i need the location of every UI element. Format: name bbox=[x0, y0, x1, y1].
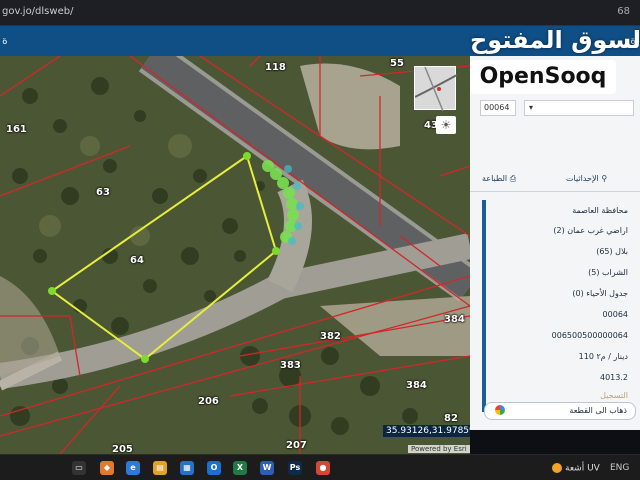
map-view[interactable]: 118 55 161 63 64 43 382 384 384 383 206 … bbox=[0, 56, 470, 454]
detail-directorate: اراضي غرب عمان (2) bbox=[553, 226, 628, 235]
coordinates-button[interactable]: الإحداثيات ⚲ bbox=[566, 174, 607, 183]
tray-label: ENG bbox=[610, 463, 630, 473]
excel-icon[interactable]: X bbox=[233, 461, 247, 475]
detail-parcel-number: 00064 bbox=[602, 310, 628, 319]
detail-area: 4013.2 bbox=[600, 373, 628, 382]
parcel-label: 384 bbox=[406, 380, 427, 391]
location-pin-icon: ⚲ bbox=[601, 174, 608, 183]
detail-neighborhood: جدول الأحياء (0) bbox=[572, 289, 628, 298]
detail-village: بلال (65) bbox=[596, 247, 628, 256]
parcel-label: 82 bbox=[444, 413, 458, 424]
map-imagery bbox=[0, 56, 470, 454]
weather-label: أشعة UV bbox=[565, 463, 600, 474]
parcel-label: 383 bbox=[280, 360, 301, 371]
chevron-down-icon: ▾ bbox=[529, 103, 534, 112]
detail-price: 110 دينار / م٢ bbox=[578, 352, 628, 361]
edge-icon[interactable]: e bbox=[126, 461, 140, 475]
sun-weather-icon bbox=[552, 463, 562, 473]
go-to-parcel-label: ذهاب الى القطعة bbox=[569, 406, 627, 415]
chrome-icon[interactable]: ● bbox=[316, 461, 330, 475]
browser-bar: gov.jo/dlsweb/ 68 bbox=[0, 0, 640, 26]
detail-basin: الشراب (5) bbox=[588, 268, 628, 277]
parcel-label: 118 bbox=[265, 62, 286, 73]
printer-icon: ⎙ bbox=[509, 174, 517, 183]
task-view-icon[interactable]: ▭ bbox=[72, 461, 86, 475]
watermark-arabic: السوق المفتوح bbox=[470, 26, 640, 54]
taskbar: ▭ ◆ e ▤ ▦ O X W Ps ● أشعة UV ENG bbox=[0, 454, 640, 480]
parcel-label: 206 bbox=[198, 396, 219, 407]
detail-parcel-id: 006500500000064 bbox=[551, 331, 628, 340]
parcel-label: 207 bbox=[286, 440, 307, 451]
url-text[interactable]: gov.jo/dlsweb/ bbox=[2, 6, 73, 17]
parcel-label: 64 bbox=[130, 255, 144, 266]
parcel-label: 161 bbox=[6, 124, 27, 135]
parcel-label: 384 bbox=[444, 314, 465, 325]
detail-governorate: محافظة العاصمة bbox=[572, 206, 628, 215]
google-icon bbox=[495, 405, 505, 415]
outlook-icon[interactable]: O bbox=[207, 461, 221, 475]
parcel-label: 63 bbox=[96, 187, 110, 198]
detail-registration: التسجيل bbox=[600, 391, 628, 400]
print-button[interactable]: الطباعة ⎙ bbox=[482, 174, 516, 184]
sun-icon[interactable]: ☀ bbox=[436, 116, 456, 134]
file-explorer-icon[interactable]: ▤ bbox=[153, 461, 167, 475]
widgets-icon[interactable]: ◆ bbox=[100, 461, 114, 475]
parcel-number-input[interactable]: 00064 bbox=[480, 100, 516, 116]
parcel-details: محافظة العاصمة اراضي غرب عمان (2) بلال (… bbox=[482, 200, 638, 412]
print-label: الطباعة bbox=[482, 174, 508, 183]
parcel-label: 382 bbox=[320, 331, 341, 342]
parcel-label: 55 bbox=[390, 58, 404, 69]
photoshop-icon[interactable]: Ps bbox=[288, 461, 302, 475]
store-icon[interactable]: ▦ bbox=[180, 461, 194, 475]
parcel-label: 205 bbox=[112, 444, 133, 454]
weather-widget[interactable]: أشعة UV bbox=[552, 463, 600, 474]
coordinates-label: الإحداثيات bbox=[566, 174, 599, 183]
tab-count: 68 bbox=[617, 6, 630, 17]
district-select[interactable]: ▾ bbox=[524, 100, 634, 116]
go-to-parcel-button[interactable]: ذهاب الى القطعة bbox=[484, 402, 636, 420]
word-icon[interactable]: W bbox=[260, 461, 274, 475]
map-attribution: Powered by Esri bbox=[408, 445, 470, 453]
coordinate-readout: 35.93126,31.97859 bbox=[383, 425, 470, 437]
tools-row: الطباعة ⎙ الإحداثيات ⚲ bbox=[470, 168, 640, 192]
parcel-sidebar: 00064 ▾ الطباعة ⎙ الإحداثيات ⚲ محافظة ال… bbox=[470, 56, 640, 430]
system-tray[interactable]: ENG bbox=[610, 463, 629, 473]
header-left-text: ة bbox=[2, 34, 8, 47]
overview-map-icon[interactable] bbox=[414, 66, 457, 111]
watermark-english: OpenSooq bbox=[470, 60, 616, 94]
